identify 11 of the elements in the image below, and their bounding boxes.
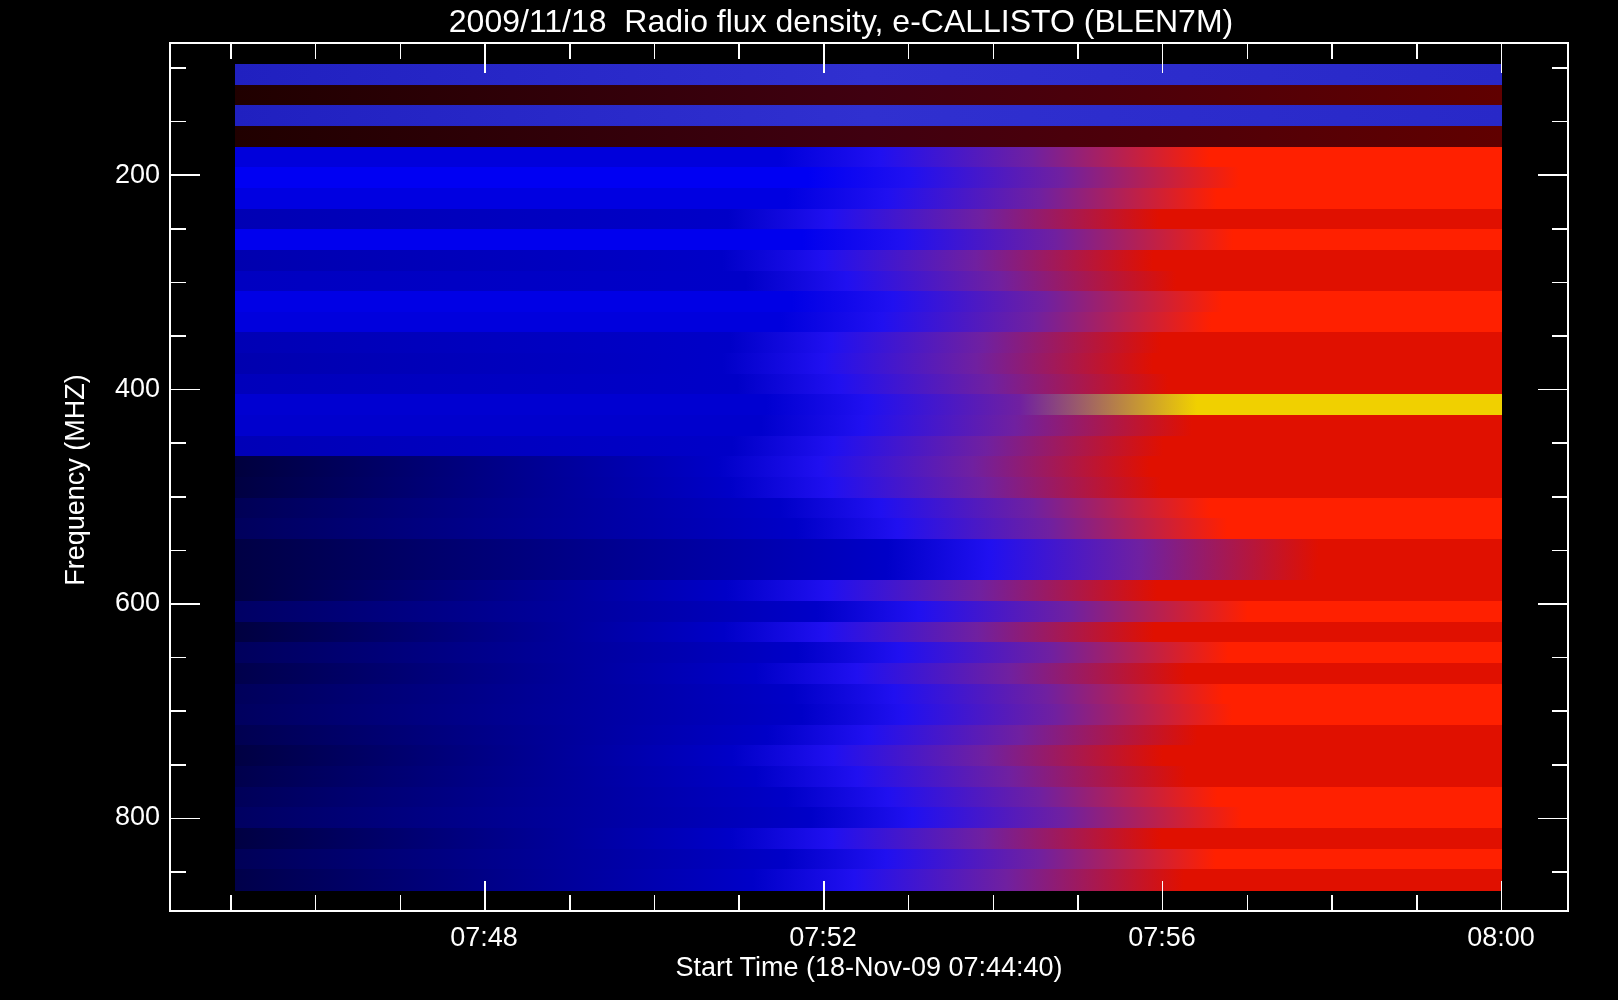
- chart-title: 2009/11/18 Radio flux density, e-CALLISTO (BLEN7M): [448, 3, 1234, 39]
- x-tick-label: 07:56: [1128, 922, 1196, 952]
- y-tick-label: 800: [114, 801, 160, 831]
- y-tick-label: 600: [114, 587, 160, 617]
- y-axis-label: Frequency (MHZ): [60, 374, 90, 586]
- x-tick-label: 07:48: [450, 922, 518, 952]
- x-axis-label: Start Time (18-Nov-09 07:44:40): [675, 952, 1063, 982]
- y-tick-label: 200: [114, 159, 160, 189]
- x-tick-label: 07:52: [789, 922, 857, 952]
- y-tick-label: 400: [114, 373, 160, 403]
- x-tick-label: 08:00: [1467, 922, 1535, 952]
